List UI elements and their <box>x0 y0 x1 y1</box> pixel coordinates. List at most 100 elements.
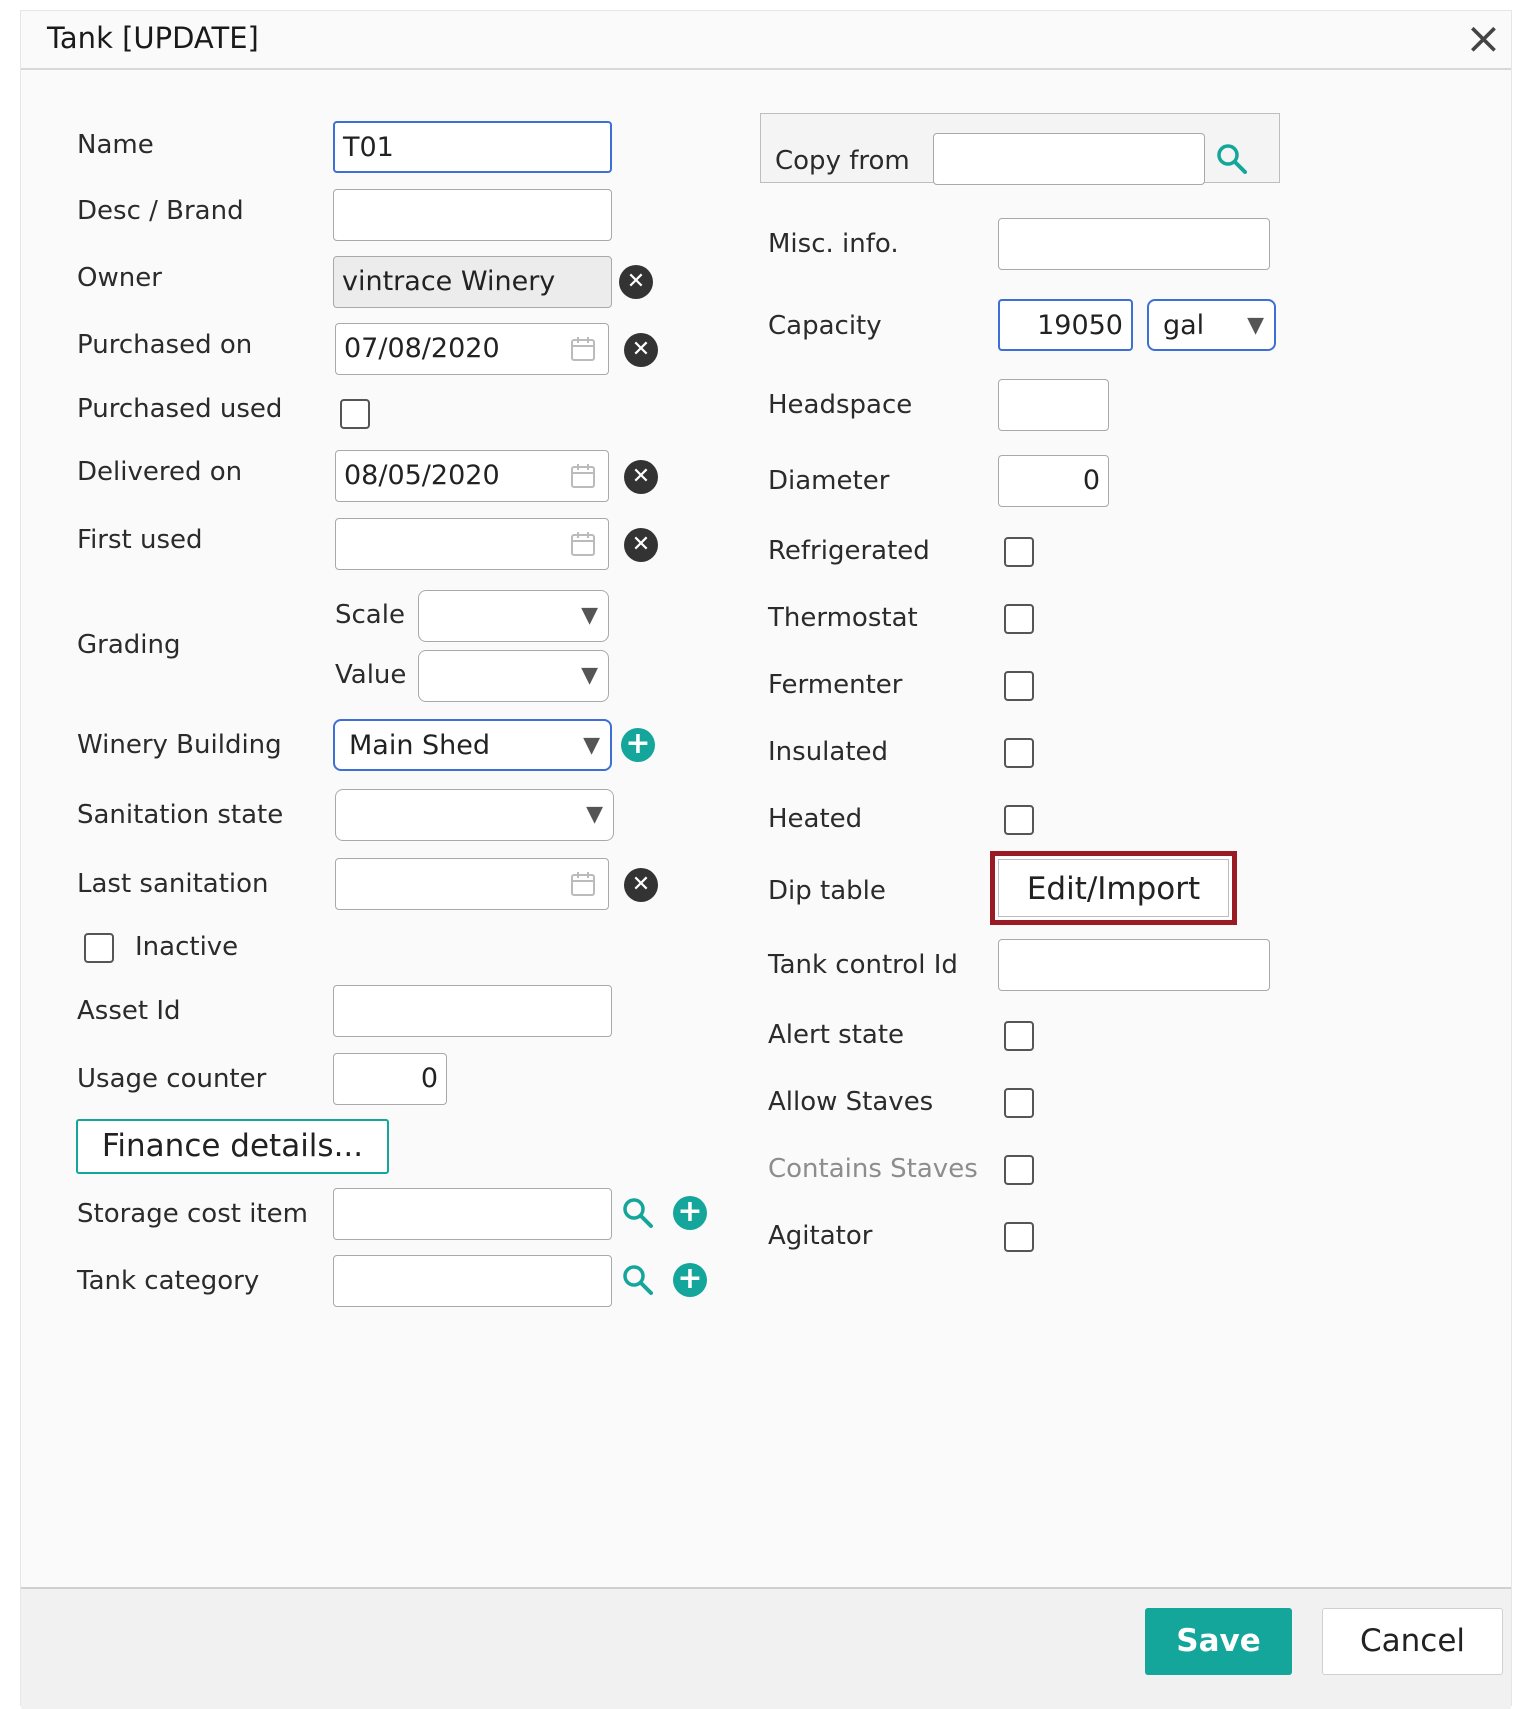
dip-table-label: Dip table <box>768 876 886 906</box>
calendar-icon[interactable] <box>570 463 596 489</box>
sanitation-state-select[interactable]: ▼ <box>335 789 614 841</box>
grading-scale-select[interactable]: ▼ <box>418 590 609 642</box>
dropdown-arrow-icon: ▼ <box>581 663 598 688</box>
tank-control-id-input[interactable] <box>998 939 1270 991</box>
storage-cost-item-label: Storage cost item <box>77 1199 308 1229</box>
alert-state-checkbox[interactable] <box>1004 1021 1034 1051</box>
winery-building-value: Main Shed <box>349 730 491 761</box>
capacity-input[interactable]: 19050 <box>998 299 1133 351</box>
capacity-label: Capacity <box>768 311 882 341</box>
winery-building-label: Winery Building <box>77 730 282 760</box>
first-used-clear-icon[interactable]: ✕ <box>624 528 658 562</box>
purchased-on-clear-icon[interactable]: ✕ <box>624 333 658 367</box>
last-sanitation-input[interactable] <box>335 858 609 910</box>
copy-from-input[interactable] <box>933 133 1205 185</box>
owner-input[interactable]: vintrace Winery <box>333 256 612 308</box>
calendar-icon[interactable] <box>570 531 596 557</box>
capacity-unit-select[interactable]: gal ▼ <box>1147 299 1276 351</box>
delivered-on-value: 08/05/2020 <box>344 460 500 491</box>
contains-staves-checkbox[interactable] <box>1004 1155 1034 1185</box>
add-storage-cost-plus-icon[interactable]: + <box>673 1196 707 1230</box>
tank-control-id-label: Tank control Id <box>768 950 958 980</box>
last-sanitation-label: Last sanitation <box>77 869 269 899</box>
dropdown-arrow-icon: ▼ <box>586 802 603 827</box>
winery-building-select[interactable]: Main Shed ▼ <box>333 719 612 771</box>
save-button[interactable]: Save <box>1145 1608 1292 1675</box>
insulated-label: Insulated <box>768 737 889 767</box>
name-input[interactable]: T01 <box>333 121 612 173</box>
refrigerated-label: Refrigerated <box>768 536 930 566</box>
calendar-icon[interactable] <box>570 336 596 362</box>
last-sanitation-clear-icon[interactable]: ✕ <box>624 868 658 902</box>
add-tank-category-plus-icon[interactable]: + <box>673 1263 707 1297</box>
diameter-label: Diameter <box>768 466 890 496</box>
dropdown-arrow-icon: ▼ <box>583 733 600 758</box>
purchased-on-label: Purchased on <box>77 330 253 360</box>
copy-from-label: Copy from <box>775 146 910 176</box>
storage-cost-item-input[interactable] <box>333 1188 612 1240</box>
search-icon[interactable] <box>620 1195 656 1231</box>
finance-details-button[interactable]: Finance details... <box>76 1119 389 1174</box>
asset-id-label: Asset Id <box>77 996 181 1026</box>
inactive-label: Inactive <box>135 932 239 962</box>
delivered-on-clear-icon[interactable]: ✕ <box>624 460 658 494</box>
allow-staves-checkbox[interactable] <box>1004 1088 1034 1118</box>
headspace-input[interactable] <box>998 379 1109 431</box>
dropdown-arrow-icon: ▼ <box>1247 313 1264 338</box>
thermostat-label: Thermostat <box>768 603 918 633</box>
inactive-checkbox[interactable] <box>84 933 114 963</box>
sanitation-state-label: Sanitation state <box>77 800 284 830</box>
refrigerated-checkbox[interactable] <box>1004 537 1034 567</box>
cancel-button[interactable]: Cancel <box>1322 1608 1503 1675</box>
grading-value-label: Value <box>335 660 407 690</box>
close-icon[interactable]: × <box>1465 17 1502 61</box>
agitator-checkbox[interactable] <box>1004 1222 1034 1252</box>
first-used-label: First used <box>77 525 203 555</box>
owner-clear-icon[interactable]: ✕ <box>619 265 653 299</box>
heated-checkbox[interactable] <box>1004 805 1034 835</box>
delivered-on-label: Delivered on <box>77 457 243 487</box>
purchased-on-value: 07/08/2020 <box>344 333 500 364</box>
tank-update-dialog: Tank [UPDATE] × <box>20 10 1512 1709</box>
misc-info-label: Misc. info. <box>768 229 899 259</box>
usage-counter-label: Usage counter <box>77 1064 267 1094</box>
dip-table-highlight: Edit/Import <box>990 851 1237 925</box>
tank-category-label: Tank category <box>77 1266 260 1296</box>
asset-id-input[interactable] <box>333 985 612 1037</box>
calendar-icon[interactable] <box>570 871 596 897</box>
fermenter-checkbox[interactable] <box>1004 671 1034 701</box>
headspace-label: Headspace <box>768 390 913 420</box>
grading-value-select[interactable]: ▼ <box>418 650 609 702</box>
desc-brand-input[interactable] <box>333 189 612 241</box>
allow-staves-label: Allow Staves <box>768 1087 934 1117</box>
purchased-used-label: Purchased used <box>77 394 283 424</box>
alert-state-label: Alert state <box>768 1020 905 1050</box>
misc-info-input[interactable] <box>998 218 1270 270</box>
desc-brand-label: Desc / Brand <box>77 196 244 226</box>
diameter-input[interactable]: 0 <box>998 455 1109 507</box>
insulated-checkbox[interactable] <box>1004 738 1034 768</box>
agitator-label: Agitator <box>768 1221 873 1251</box>
dialog-title: Tank [UPDATE] <box>47 21 259 55</box>
dropdown-arrow-icon: ▼ <box>581 603 598 628</box>
contains-staves-label: Contains Staves <box>768 1154 978 1184</box>
search-icon[interactable] <box>1214 141 1250 177</box>
name-label: Name <box>77 130 154 160</box>
purchased-on-input[interactable]: 07/08/2020 <box>335 323 609 375</box>
fermenter-label: Fermenter <box>768 670 903 700</box>
add-building-plus-icon[interactable]: + <box>621 728 655 762</box>
owner-label: Owner <box>77 263 162 293</box>
dialog-titlebar: Tank [UPDATE] × <box>21 11 1511 70</box>
first-used-input[interactable] <box>335 518 609 570</box>
usage-counter-input[interactable]: 0 <box>333 1053 447 1105</box>
thermostat-checkbox[interactable] <box>1004 604 1034 634</box>
delivered-on-input[interactable]: 08/05/2020 <box>335 450 609 502</box>
heated-label: Heated <box>768 804 863 834</box>
grading-scale-label: Scale <box>335 600 405 630</box>
edit-import-button[interactable]: Edit/Import <box>998 859 1229 917</box>
grading-label: Grading <box>77 630 181 660</box>
purchased-used-checkbox[interactable] <box>340 399 370 429</box>
capacity-unit-value: gal <box>1163 310 1205 341</box>
search-icon[interactable] <box>620 1262 656 1298</box>
tank-category-input[interactable] <box>333 1255 612 1307</box>
